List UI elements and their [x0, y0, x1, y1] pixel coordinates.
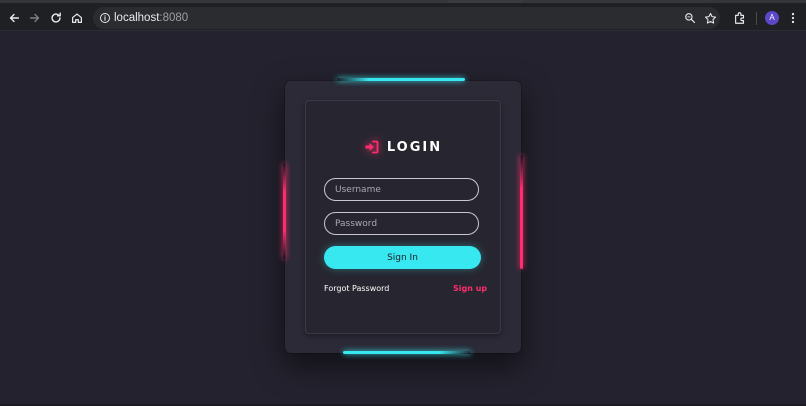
url-host: localhost [114, 12, 160, 24]
sign-in-button[interactable]: Sign In [324, 246, 481, 269]
home-icon [72, 13, 82, 23]
url-text[interactable]: localhost:8080 [114, 7, 188, 29]
forward-icon [29, 13, 40, 23]
browser-menu-button[interactable] [783, 8, 803, 28]
cyan-glow-bottom [343, 351, 471, 354]
browser-toolbar: localhost:8080 A [0, 0, 806, 31]
login-title: LOGIN [386, 139, 443, 155]
cyan-glow-top [337, 78, 465, 81]
home-button[interactable] [67, 8, 87, 28]
back-icon [9, 13, 20, 23]
page-viewport: LOGIN Sign In Forgot Password Sign up [0, 31, 806, 406]
profile-avatar[interactable]: A [765, 11, 779, 25]
url-port: :8080 [159, 12, 189, 24]
zoom-icon [685, 13, 696, 24]
login-form: LOGIN Sign In Forgot Password Sign up [305, 100, 501, 334]
pink-glow-right [520, 155, 523, 269]
login-card: LOGIN Sign In Forgot Password Sign up [283, 78, 523, 354]
pink-glow-left [283, 163, 286, 259]
extensions-button[interactable] [730, 8, 750, 28]
toolbar-divider [756, 12, 757, 25]
reload-button[interactable] [46, 8, 66, 28]
reload-icon [51, 12, 61, 23]
forward-button[interactable] [25, 8, 45, 28]
site-info-icon [100, 13, 110, 23]
password-input[interactable] [324, 212, 479, 235]
back-button[interactable] [4, 8, 24, 28]
bookmark-star-icon [704, 12, 716, 24]
address-bar[interactable]: localhost:8080 [93, 7, 720, 29]
sign-up-link[interactable]: Sign up [453, 284, 487, 293]
username-input[interactable] [324, 178, 479, 201]
login-header: LOGIN [305, 136, 501, 158]
extensions-icon [735, 12, 745, 24]
site-info-button[interactable] [97, 10, 113, 26]
menu-icon [791, 12, 795, 24]
bookmark-button[interactable] [702, 10, 718, 26]
sign-in-icon [365, 140, 379, 154]
forgot-password-link[interactable]: Forgot Password [324, 284, 389, 293]
tab-strip-edge [448, 0, 523, 3]
zoom-button[interactable] [682, 10, 698, 26]
